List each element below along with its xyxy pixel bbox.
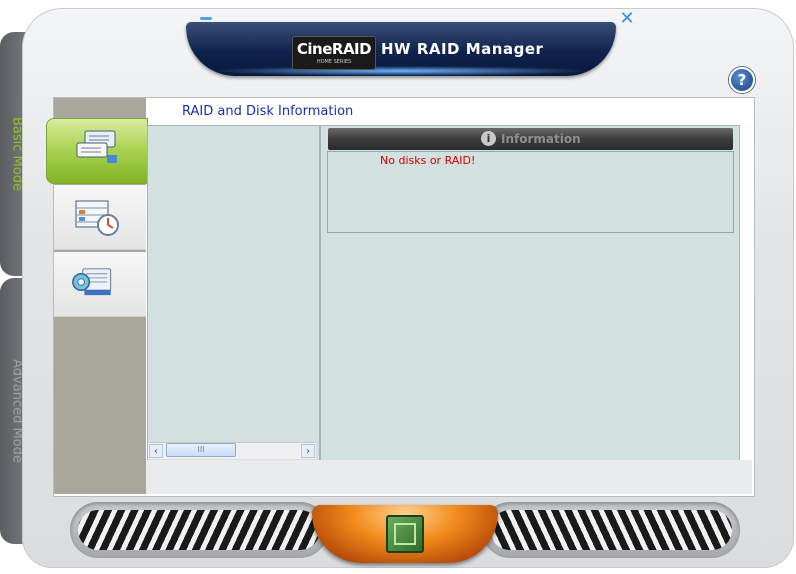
scroll-grip-icon: III [197,445,205,454]
nav-settings-button[interactable] [54,252,146,317]
close-button[interactable]: ✕ [618,10,636,28]
app-title: HW RAID Manager [381,40,544,58]
right-speaker-grill [482,502,740,558]
grill-slats [490,510,732,550]
scroll-thumb[interactable]: III [166,443,236,457]
chevron-left-icon: ‹ [154,446,158,457]
help-button[interactable]: ? [729,67,755,93]
scroll-left-button[interactable]: ‹ [149,444,163,458]
help-icon: ? [737,71,747,89]
brand-logo-subtext: HOME SERIES [316,59,352,65]
brand-logo-text: CineRAID [296,40,372,58]
frame-footer [54,460,752,494]
banner-glow [210,66,590,76]
nav-raid-disk-info-button[interactable] [46,118,148,184]
information-header-label: Information [501,132,581,146]
monitor-icon [386,515,424,553]
info-icon: i [481,131,496,146]
nav-footer [54,460,146,494]
chevron-right-icon: › [306,446,310,457]
section-title: RAID and Disk Information [182,104,354,119]
raid-schedule-icon [75,200,119,236]
scroll-right-button[interactable]: › [301,444,315,458]
settings-icon [72,268,112,296]
grill-slats [78,510,320,550]
raid-tree-pane[interactable] [147,125,320,461]
close-icon: ✕ [619,8,635,29]
status-message: No disks or RAID! [380,154,476,167]
minimize-button[interactable] [198,12,214,22]
raid-disk-info-icon [76,130,117,163]
left-speaker-grill [70,502,328,558]
nav-raid-schedule-button[interactable] [54,185,146,250]
